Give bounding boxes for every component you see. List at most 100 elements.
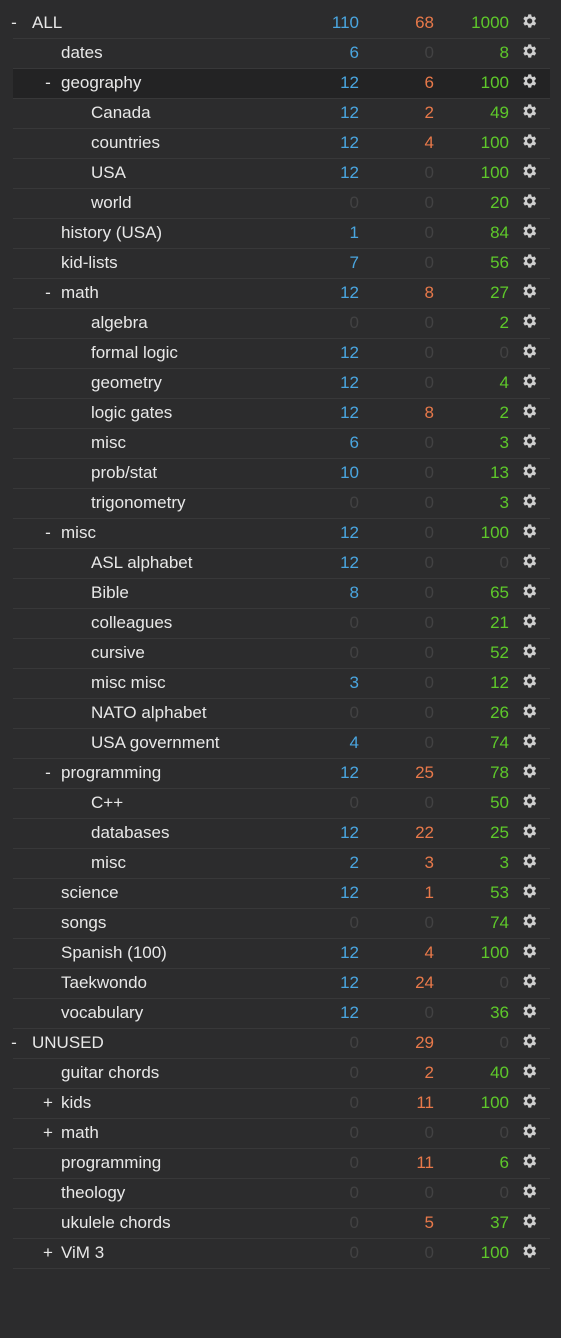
expand-toggle[interactable]: + <box>41 1123 55 1143</box>
deck-name[interactable]: misc <box>61 523 96 543</box>
deck-name[interactable]: ukulele chords <box>61 1213 171 1233</box>
deck-row[interactable]: world 0 0 20 <box>13 189 550 219</box>
deck-name[interactable]: misc <box>91 853 126 873</box>
deck-name[interactable]: ViM 3 <box>61 1243 104 1263</box>
deck-name[interactable]: misc misc <box>91 673 166 693</box>
deck-row[interactable]: songs 0 0 74 <box>13 909 550 939</box>
deck-name[interactable]: world <box>91 193 132 213</box>
gear-icon[interactable] <box>520 732 538 750</box>
gear-icon[interactable] <box>520 162 538 180</box>
gear-icon[interactable] <box>520 132 538 150</box>
deck-row[interactable]: - misc 12 0 100 <box>13 519 550 549</box>
gear-icon[interactable] <box>520 42 538 60</box>
deck-name[interactable]: databases <box>91 823 169 843</box>
deck-name[interactable]: geometry <box>91 373 162 393</box>
deck-row[interactable]: misc misc 3 0 12 <box>13 669 550 699</box>
deck-name[interactable]: math <box>61 283 99 303</box>
deck-row[interactable]: Spanish (100) 12 4 100 <box>13 939 550 969</box>
deck-row[interactable]: USA 12 0 100 <box>13 159 550 189</box>
deck-name[interactable]: math <box>61 1123 99 1143</box>
deck-name[interactable]: cursive <box>91 643 145 663</box>
gear-icon[interactable] <box>520 522 538 540</box>
gear-icon[interactable] <box>520 642 538 660</box>
deck-row[interactable]: - math 12 8 27 <box>13 279 550 309</box>
deck-name[interactable]: geography <box>61 73 141 93</box>
gear-icon[interactable] <box>520 912 538 930</box>
deck-row[interactable]: - ALL 110 68 1000 <box>11 9 550 39</box>
deck-name[interactable]: guitar chords <box>61 1063 159 1083</box>
gear-icon[interactable] <box>520 702 538 720</box>
gear-icon[interactable] <box>520 102 538 120</box>
deck-name[interactable]: formal logic <box>91 343 178 363</box>
gear-icon[interactable] <box>520 582 538 600</box>
deck-name[interactable]: Taekwondo <box>61 973 147 993</box>
deck-row[interactable]: misc 6 0 3 <box>13 429 550 459</box>
deck-row[interactable]: - geography 12 6 100 <box>13 69 550 99</box>
deck-row[interactable]: - UNUSED 0 29 0 <box>11 1029 550 1059</box>
deck-name[interactable]: USA <box>91 163 126 183</box>
deck-name[interactable]: songs <box>61 913 106 933</box>
deck-name[interactable]: C++ <box>91 793 123 813</box>
deck-name[interactable]: colleagues <box>91 613 172 633</box>
deck-row[interactable]: Bible 8 0 65 <box>13 579 550 609</box>
deck-row[interactable]: programming 0 11 6 <box>13 1149 550 1179</box>
deck-row[interactable]: prob/stat 10 0 13 <box>13 459 550 489</box>
deck-name[interactable]: Bible <box>91 583 129 603</box>
deck-name[interactable]: logic gates <box>91 403 172 423</box>
gear-icon[interactable] <box>520 1002 538 1020</box>
deck-row[interactable]: guitar chords 0 2 40 <box>13 1059 550 1089</box>
deck-row[interactable]: USA government 4 0 74 <box>13 729 550 759</box>
gear-icon[interactable] <box>520 432 538 450</box>
gear-icon[interactable] <box>520 222 538 240</box>
deck-row[interactable]: + kids 0 11 100 <box>13 1089 550 1119</box>
deck-row[interactable]: Taekwondo 12 24 0 <box>13 969 550 999</box>
deck-name[interactable]: trigonometry <box>91 493 185 513</box>
gear-icon[interactable] <box>520 852 538 870</box>
deck-row[interactable]: C++ 0 0 50 <box>13 789 550 819</box>
deck-name[interactable]: NATO alphabet <box>91 703 207 723</box>
deck-name[interactable]: UNUSED <box>32 1033 104 1053</box>
collapse-toggle[interactable]: - <box>7 13 21 33</box>
deck-row[interactable]: ASL alphabet 12 0 0 <box>13 549 550 579</box>
deck-row[interactable]: logic gates 12 8 2 <box>13 399 550 429</box>
gear-icon[interactable] <box>520 1092 538 1110</box>
gear-icon[interactable] <box>520 1032 538 1050</box>
gear-icon[interactable] <box>520 762 538 780</box>
deck-row[interactable]: - programming 12 25 78 <box>13 759 550 789</box>
gear-icon[interactable] <box>520 1182 538 1200</box>
gear-icon[interactable] <box>520 402 538 420</box>
gear-icon[interactable] <box>520 462 538 480</box>
deck-row[interactable]: kid-lists 7 0 56 <box>13 249 550 279</box>
deck-name[interactable]: ALL <box>32 13 62 33</box>
deck-row[interactable]: formal logic 12 0 0 <box>13 339 550 369</box>
deck-name[interactable]: dates <box>61 43 103 63</box>
gear-icon[interactable] <box>520 792 538 810</box>
deck-row[interactable]: Canada 12 2 49 <box>13 99 550 129</box>
collapse-toggle[interactable]: - <box>41 763 55 783</box>
gear-icon[interactable] <box>520 12 538 30</box>
deck-row[interactable]: science 12 1 53 <box>13 879 550 909</box>
gear-icon[interactable] <box>520 882 538 900</box>
deck-row[interactable]: algebra 0 0 2 <box>13 309 550 339</box>
deck-name[interactable]: prob/stat <box>91 463 157 483</box>
gear-icon[interactable] <box>520 612 538 630</box>
expand-toggle[interactable]: + <box>41 1243 55 1263</box>
collapse-toggle[interactable]: - <box>41 283 55 303</box>
deck-row[interactable]: + math 0 0 0 <box>13 1119 550 1149</box>
gear-icon[interactable] <box>520 1152 538 1170</box>
deck-row[interactable]: dates 6 0 8 <box>13 39 550 69</box>
collapse-toggle[interactable]: - <box>41 523 55 543</box>
deck-name[interactable]: algebra <box>91 313 148 333</box>
gear-icon[interactable] <box>520 822 538 840</box>
deck-row[interactable]: cursive 0 0 52 <box>13 639 550 669</box>
deck-row[interactable]: colleagues 0 0 21 <box>13 609 550 639</box>
deck-row[interactable]: history (USA) 1 0 84 <box>13 219 550 249</box>
deck-row[interactable]: NATO alphabet 0 0 26 <box>13 699 550 729</box>
gear-icon[interactable] <box>520 312 538 330</box>
gear-icon[interactable] <box>520 192 538 210</box>
collapse-toggle[interactable]: - <box>41 73 55 93</box>
gear-icon[interactable] <box>520 552 538 570</box>
gear-icon[interactable] <box>520 492 538 510</box>
deck-row[interactable]: theology 0 0 0 <box>13 1179 550 1209</box>
gear-icon[interactable] <box>520 1242 538 1260</box>
